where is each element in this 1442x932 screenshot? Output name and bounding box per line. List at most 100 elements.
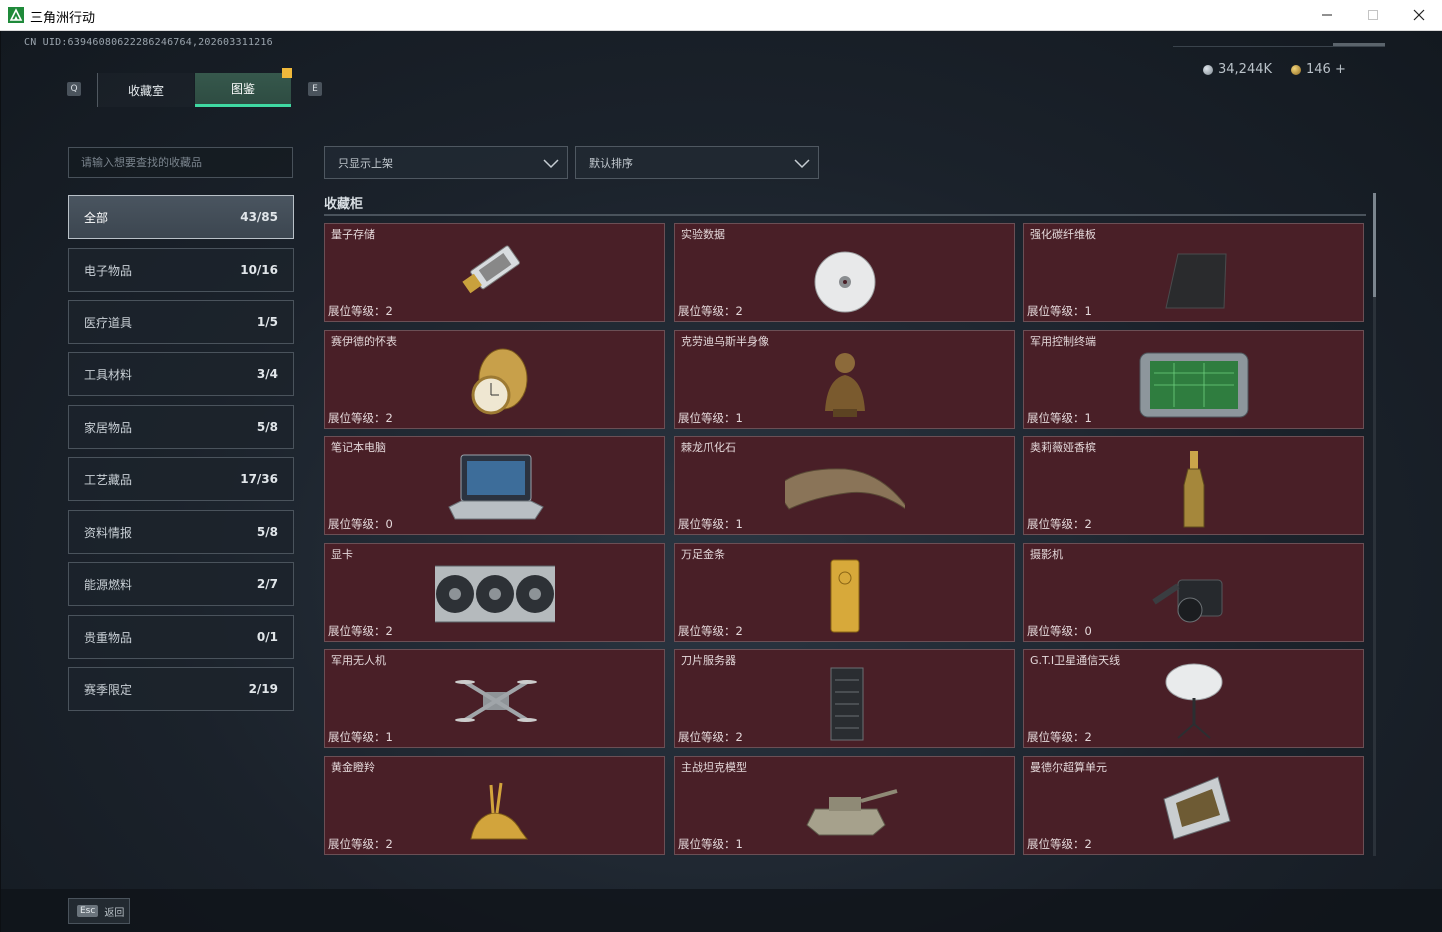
satellite-dish-icon — [1165, 663, 1223, 739]
collection-item-card[interactable]: 克劳迪乌斯半身像 展位等级：1 — [674, 330, 1015, 429]
close-icon — [1413, 9, 1425, 21]
category-medical[interactable]: 医疗道具 1/5 — [68, 300, 294, 344]
chevron-down-icon — [794, 159, 810, 169]
item-name: 曼德尔超算单元 — [1030, 761, 1107, 774]
category-season[interactable]: 赛季限定 2/19 — [68, 667, 294, 711]
item-name: G.T.I卫星通信天线 — [1030, 654, 1121, 667]
sort-dropdown[interactable]: 默认排序 — [575, 146, 819, 179]
item-level: 展位等级：1 — [1027, 304, 1092, 318]
category-count: 1/5 — [256, 315, 278, 329]
laptop-icon — [448, 454, 544, 520]
tab-collection[interactable]: 收藏室 — [97, 73, 194, 107]
collection-item-card[interactable]: 赛伊德的怀表 展位等级：2 — [324, 330, 665, 429]
category-label: 家居物品 — [84, 420, 133, 435]
category-tools[interactable]: 工具材料 3/4 — [68, 352, 294, 396]
category-count: 5/8 — [256, 525, 278, 539]
category-label: 工具材料 — [84, 367, 133, 382]
collection-item-card[interactable]: 曼德尔超算单元 展位等级：2 — [1023, 756, 1364, 855]
item-name: 量子存储 — [331, 228, 375, 241]
minimize-button[interactable] — [1304, 0, 1350, 30]
item-name: 克劳迪乌斯半身像 — [681, 335, 769, 348]
item-name: 主战坦克模型 — [681, 761, 747, 774]
tab-gallery[interactable]: 图鉴 — [195, 73, 291, 107]
collection-item-card[interactable]: 军用无人机 展位等级：1 — [324, 649, 665, 748]
category-count: 17/36 — [240, 472, 278, 486]
category-all[interactable]: 全部 43/85 — [68, 195, 294, 239]
item-level: 展位等级：2 — [1027, 730, 1092, 744]
app-logo-icon — [8, 7, 24, 23]
collection-item-card[interactable]: 实验数据 展位等级：2 — [674, 223, 1015, 322]
prev-tab-key-hint[interactable]: Q — [67, 82, 81, 96]
item-name: 奥莉薇娅香槟 — [1030, 441, 1096, 454]
category-label: 医疗道具 — [84, 315, 133, 330]
graphics-card-icon — [435, 565, 555, 623]
cpu-unit-icon — [1163, 776, 1231, 840]
collection-item-card[interactable]: 黄金瞪羚 展位等级：2 — [324, 756, 665, 855]
search-box[interactable] — [68, 147, 293, 178]
category-energy[interactable]: 能源燃料 2/7 — [68, 562, 294, 606]
search-input[interactable] — [69, 148, 292, 177]
item-name: 万足金条 — [681, 548, 725, 561]
item-name: 实验数据 — [681, 228, 725, 241]
category-valuables[interactable]: 贵重物品 0/1 — [68, 615, 294, 659]
gold-bar-icon — [830, 559, 860, 633]
item-level: 展位等级：1 — [678, 517, 743, 531]
gold-currency[interactable]: 146 + — [1291, 62, 1346, 77]
collection-item-card[interactable]: 强化碳纤维板 展位等级：1 — [1023, 223, 1364, 322]
category-electronics[interactable]: 电子物品 10/16 — [68, 248, 294, 292]
collection-item-card[interactable]: 刀片服务器 展位等级：2 — [674, 649, 1015, 748]
item-level: 展位等级：1 — [678, 837, 743, 851]
item-name: 赛伊德的怀表 — [331, 335, 397, 348]
claw-fossil-icon — [785, 468, 905, 510]
category-count: 5/8 — [256, 420, 278, 434]
category-label: 电子物品 — [84, 263, 133, 278]
category-count: 10/16 — [240, 263, 278, 277]
collection-item-card[interactable]: 万足金条 展位等级：2 — [674, 543, 1015, 642]
item-name: 笔记本电脑 — [331, 441, 386, 454]
item-level: 展位等级：2 — [328, 837, 393, 851]
category-label: 贵重物品 — [84, 630, 133, 645]
collection-item-card[interactable]: G.T.I卫星通信天线 展位等级：2 — [1023, 649, 1364, 748]
back-button[interactable]: Esc 返回 — [68, 898, 130, 924]
item-name: 刀片服务器 — [681, 654, 736, 667]
item-level: 展位等级：0 — [1027, 624, 1092, 638]
category-count: 2/7 — [256, 577, 278, 591]
disc-icon — [814, 251, 876, 313]
item-name: 棘龙爪化石 — [681, 441, 736, 454]
category-crafts[interactable]: 工艺藏品 17/36 — [68, 457, 294, 501]
uid-label: CN UID:6394608062228624676​4,20260331121… — [24, 37, 273, 48]
gold-amount: 146 + — [1306, 62, 1346, 77]
display-filter-dropdown[interactable]: 只显示上架 — [324, 146, 568, 179]
next-tab-key-hint[interactable]: E — [308, 82, 322, 96]
usb-drive-icon — [462, 245, 520, 294]
collection-item-card[interactable]: 显卡 展位等级：2 — [324, 543, 665, 642]
dropdown-value: 默认排序 — [589, 156, 633, 170]
category-label: 赛季限定 — [84, 682, 133, 697]
silver-amount: 34,244K — [1218, 62, 1273, 77]
section-divider — [324, 214, 1366, 216]
item-level: 展位等级：1 — [328, 730, 393, 744]
category-household[interactable]: 家居物品 5/8 — [68, 405, 294, 449]
collection-item-card[interactable]: 摄影机 展位等级：0 — [1023, 543, 1364, 642]
top-divider — [1173, 46, 1385, 47]
category-count: 0/1 — [256, 630, 278, 644]
control-terminal-icon — [1139, 352, 1249, 418]
minimize-icon — [1322, 14, 1332, 16]
category-label: 全部 — [84, 210, 109, 225]
collection-item-card[interactable]: 军用控制终端 展位等级：1 — [1023, 330, 1364, 429]
collection-item-card[interactable]: 主战坦克模型 展位等级：1 — [674, 756, 1015, 855]
scrollbar-thumb[interactable] — [1373, 193, 1376, 297]
collection-item-card[interactable]: 棘龙爪化石 展位等级：1 — [674, 436, 1015, 535]
collection-grid: 量子存储 展位等级：2 实验数据 展位等级：2 强化碳纤维板 展位等级：1 赛伊… — [324, 223, 1366, 855]
esc-key-hint: Esc — [77, 905, 99, 917]
close-button[interactable] — [1396, 0, 1442, 30]
collection-item-card[interactable]: 笔记本电脑 展位等级：0 — [324, 436, 665, 535]
server-icon — [830, 667, 864, 741]
drone-icon — [455, 680, 537, 722]
category-intel[interactable]: 资料情报 5/8 — [68, 510, 294, 554]
window-titlebar: 三角洲行动 — [0, 0, 1442, 31]
maximize-button[interactable] — [1350, 0, 1396, 30]
item-name: 显卡 — [331, 548, 353, 561]
collection-item-card[interactable]: 量子存储 展位等级：2 — [324, 223, 665, 322]
collection-item-card[interactable]: 奥莉薇娅香槟 展位等级：2 — [1023, 436, 1364, 535]
